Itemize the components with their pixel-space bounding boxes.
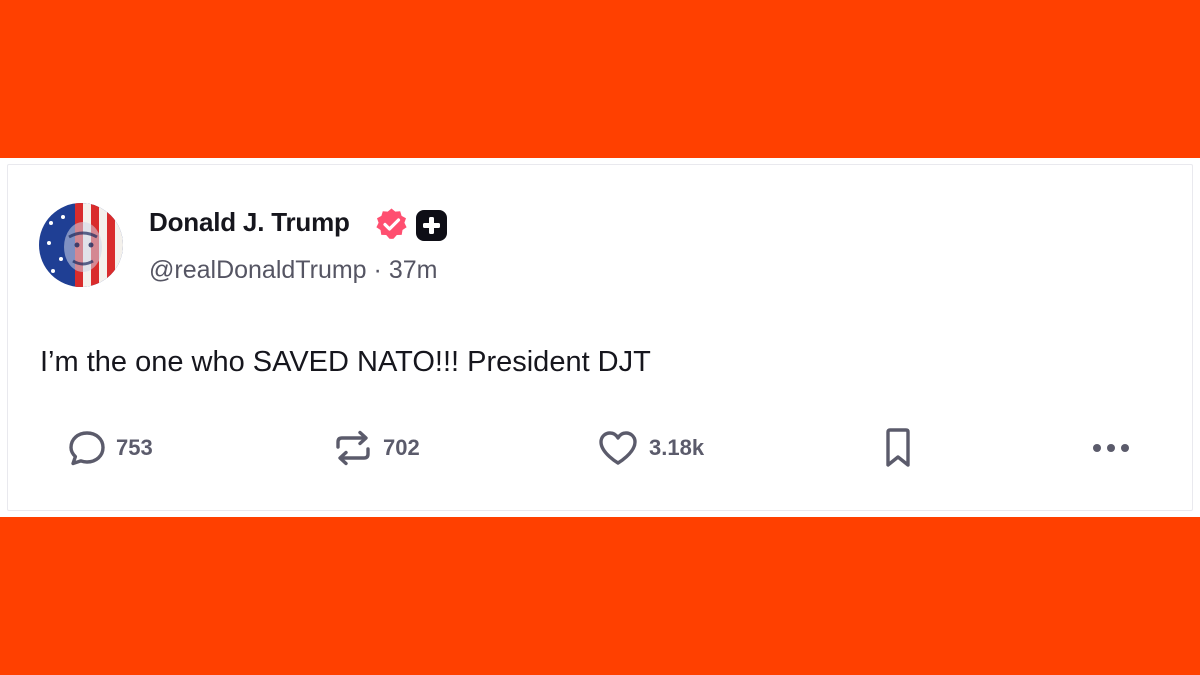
author-meta-line: @realDonaldTrump · 37m <box>149 256 437 285</box>
heart-icon <box>597 429 639 467</box>
more-options-icon <box>1090 438 1132 458</box>
post-timestamp[interactable]: 37m <box>389 256 438 284</box>
reply-icon <box>68 429 106 467</box>
like-count: 3.18k <box>649 435 705 460</box>
author-display-name[interactable]: Donald J. Trump <box>149 207 350 238</box>
bookmark-icon <box>880 427 916 469</box>
reply-count: 753 <box>116 435 153 460</box>
plus-badge-icon <box>416 210 447 241</box>
author-handle[interactable]: @realDonaldTrump <box>149 256 367 284</box>
reply-button[interactable]: 753 <box>68 426 153 470</box>
repost-count: 702 <box>383 435 420 460</box>
verified-badge-icon <box>374 207 409 242</box>
more-options-button[interactable] <box>1090 426 1132 470</box>
top-color-band <box>0 0 1200 158</box>
author-avatar[interactable] <box>39 203 123 287</box>
bookmark-button[interactable] <box>880 426 916 470</box>
bottom-color-band <box>0 517 1200 675</box>
repost-icon <box>333 428 373 468</box>
like-button[interactable]: 3.18k <box>597 426 704 470</box>
post-body-text: I’m the one who SAVED NATO!!! President … <box>40 346 651 378</box>
meta-separator: · <box>373 256 382 284</box>
repost-button[interactable]: 702 <box>333 426 420 470</box>
